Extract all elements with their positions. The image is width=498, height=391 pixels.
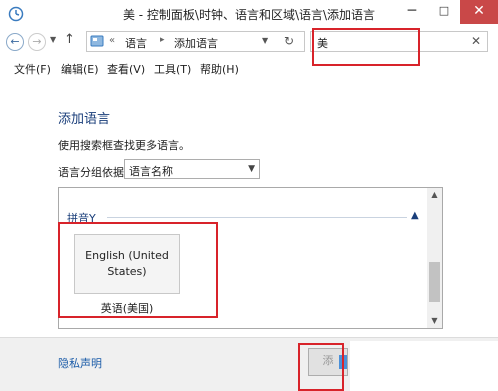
maximize-button[interactable]: □ [428,0,460,24]
group-by-select[interactable]: 语言名称 ▼ [124,159,260,179]
control-panel-icon [90,34,104,51]
collapse-chevron-icon[interactable]: ▲ [411,210,419,221]
up-button[interactable]: ↑ [64,32,75,47]
overflow-chevron-icon[interactable]: « [109,35,115,46]
cropped-corner [350,341,498,391]
menu-tools[interactable]: 工具(T) [154,61,191,77]
add-language-window: 美 - 控制面板\时钟、语言和区域\语言\添加语言 ─ □ ✕ ← → ▼ ↑ … [0,0,498,391]
forward-button[interactable]: → [28,33,46,51]
chevron-down-icon: ▼ [248,164,255,174]
description-text: 使用搜索框查找更多语言。 [58,139,190,152]
breadcrumb-separator-icon[interactable]: ▸ [160,35,165,45]
menu-view[interactable]: 查看(V) [107,61,145,77]
scrollbar-thumb[interactable] [429,262,440,302]
highlight-search-box [312,28,420,66]
menu-file[interactable]: 文件(F) [14,61,51,77]
scroll-up-icon[interactable]: ▲ [427,188,442,202]
refresh-icon[interactable]: ↻ [284,34,294,48]
back-button[interactable]: ← [6,33,24,51]
breadcrumb-language[interactable]: 语言 [125,35,147,51]
address-row: ← → ▼ ↑ « 语言 ▸ 添加语言 ▼ ↻ 美 ✕ [0,28,498,56]
scroll-down-icon[interactable]: ▼ [427,314,442,328]
address-dropdown-icon[interactable]: ▼ [262,36,268,45]
menu-help[interactable]: 帮助(H) [200,61,239,77]
clear-search-icon[interactable]: ✕ [471,34,481,48]
highlight-language-tile [58,222,218,318]
minimize-button[interactable]: ─ [396,0,428,24]
group-by-label: 语言分组依据: [58,166,128,179]
breadcrumb-add-language[interactable]: 添加语言 [174,35,218,51]
group-by-value: 语言名称 [129,165,173,178]
vertical-scrollbar[interactable]: ▲ ▼ [427,188,442,328]
privacy-statement-link[interactable]: 隐私声明 [58,355,102,371]
group-divider [107,217,407,218]
menu-edit[interactable]: 编辑(E) [61,61,99,77]
close-button[interactable]: ✕ [460,0,498,24]
page-title: 添加语言 [58,112,111,127]
menu-bar: 文件(F) 编辑(E) 查看(V) 工具(T) 帮助(H) [0,56,498,78]
address-bar[interactable]: « 语言 ▸ 添加语言 ▼ ↻ [86,31,305,52]
recent-locations-dropdown[interactable]: ▼ [50,35,56,44]
highlight-add-button [298,343,344,391]
title-bar: 美 - 控制面板\时钟、语言和区域\语言\添加语言 ─ □ ✕ [0,0,498,28]
